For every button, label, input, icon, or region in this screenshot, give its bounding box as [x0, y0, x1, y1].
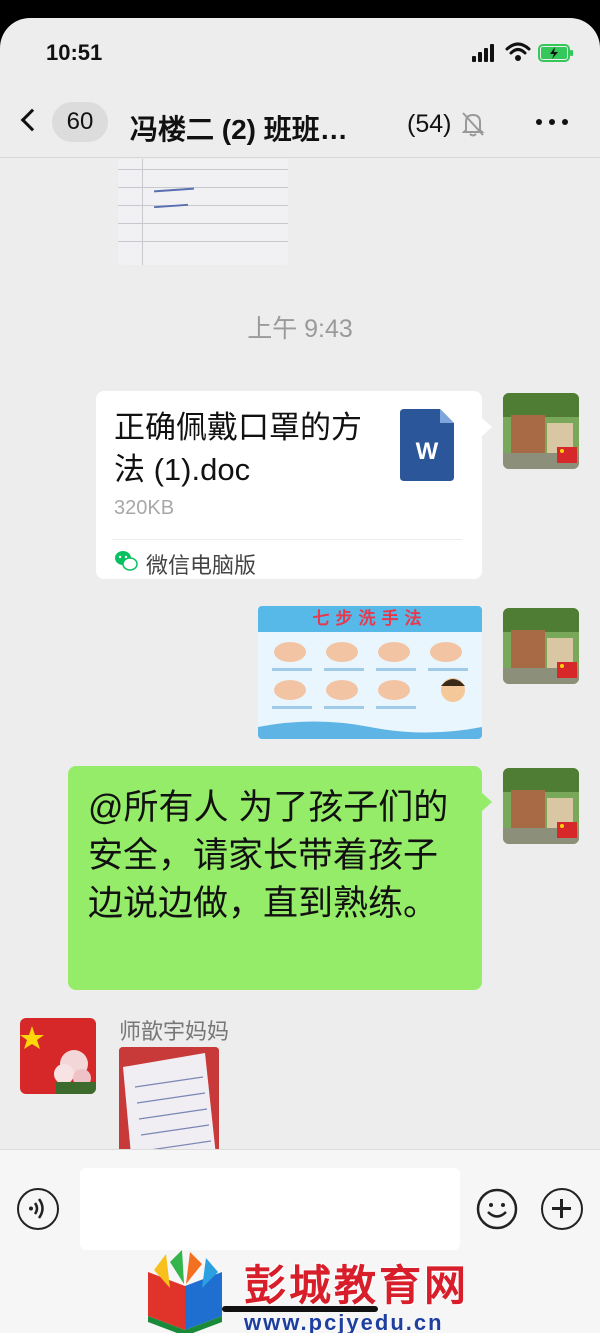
mute-bell-icon — [461, 112, 485, 137]
flag-flowers-avatar-image — [20, 1018, 96, 1094]
garden-avatar-image — [503, 768, 579, 844]
sender-avatar[interactable] — [20, 1018, 96, 1094]
watermark-url: www.pcjyedu.cn — [244, 1310, 444, 1333]
my-avatar[interactable] — [503, 393, 579, 469]
chat-screen: 10:51 60 冯楼二 (2) 班班… (54) 上午 9:43 正确佩戴口罩… — [0, 18, 600, 1333]
back-button[interactable]: 60 — [20, 102, 110, 142]
chat-title[interactable]: 冯楼二 (2) 班班… — [130, 108, 348, 148]
member-count: (54) — [407, 110, 452, 138]
homework-image-message[interactable] — [119, 1047, 219, 1149]
message-text: @所有人 为了孩子们的安全，请家长带着孩子边说边做，直到熟练。 — [88, 788, 449, 923]
handwashing-poster-image[interactable]: 七步洗手法 — [258, 606, 482, 739]
file-size: 320KB — [114, 497, 175, 519]
message-input[interactable] — [80, 1168, 460, 1250]
my-avatar[interactable] — [503, 768, 579, 844]
file-source-label: 微信电脑版 — [146, 553, 257, 578]
file-name: 正确佩戴口罩的方法 (1).doc — [114, 410, 362, 487]
poster-title: 七步洗手法 — [258, 606, 482, 632]
sender-name: 师歆宇妈妈 — [119, 1019, 230, 1044]
battery-charging-icon — [538, 44, 573, 62]
my-avatar[interactable] — [503, 608, 579, 684]
text-message-bubble[interactable]: @所有人 为了孩子们的安全，请家长带着孩子边说边做，直到熟练。 — [68, 766, 492, 990]
status-bar: 10:51 — [0, 18, 600, 88]
more-options-button[interactable] — [530, 110, 574, 134]
message-list[interactable]: 上午 9:43 正确佩戴口罩的方法 (1).doc 320KB W 微信电脑版 — [0, 159, 600, 1149]
wechat-icon — [115, 551, 138, 571]
unread-count-badge: 60 — [52, 102, 108, 142]
book-logo-icon — [148, 1250, 222, 1333]
divider — [112, 539, 462, 540]
voice-button[interactable] — [17, 1188, 59, 1230]
notebook-image-message[interactable] — [118, 159, 288, 265]
garden-avatar-image — [503, 608, 579, 684]
wifi-icon — [505, 42, 531, 61]
plus-icon[interactable] — [541, 1188, 583, 1230]
voice-icon — [29, 1198, 44, 1219]
homework-photo — [119, 1047, 219, 1149]
chevron-left-icon — [20, 108, 44, 132]
watermark-title: 彭城教育网 — [244, 1262, 470, 1309]
message-timestamp: 上午 9:43 — [247, 315, 353, 343]
cellular-signal-icon — [472, 44, 498, 62]
handwashing-steps-illustration — [258, 632, 482, 739]
watermark: 彭城教育网 www.pcjyedu.cn — [140, 1250, 480, 1333]
garden-avatar-image — [503, 393, 579, 469]
file-message[interactable]: 正确佩戴口罩的方法 (1).doc 320KB W 微信电脑版 — [96, 391, 492, 579]
svg-text:W: W — [416, 438, 439, 465]
chat-header: 60 冯楼二 (2) 班班… (54) — [0, 88, 600, 158]
emoji-icon[interactable] — [476, 1188, 518, 1230]
word-file-icon: W — [400, 409, 454, 481]
status-time: 10:51 — [46, 40, 103, 65]
